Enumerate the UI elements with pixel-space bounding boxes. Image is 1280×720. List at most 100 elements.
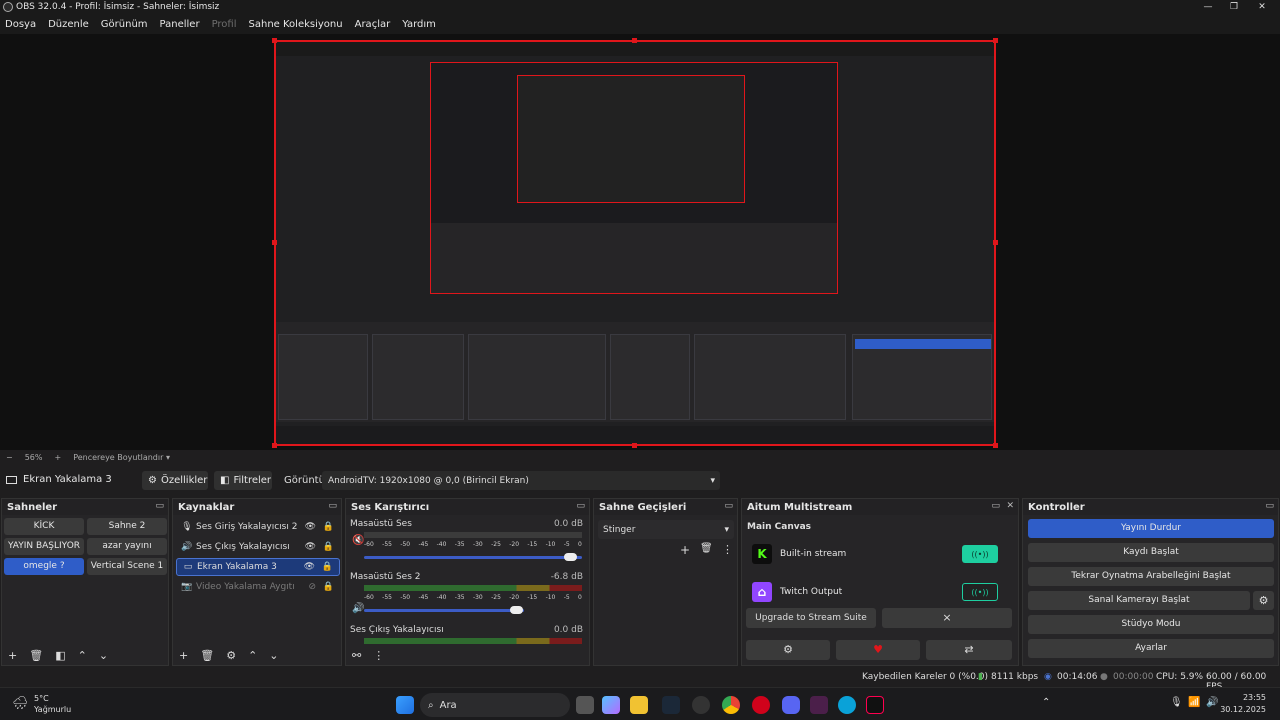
- stream-toggle[interactable]: ((•)): [962, 583, 998, 601]
- menu-tools[interactable]: Araçlar: [355, 19, 391, 30]
- link-icon[interactable]: ⚯: [352, 649, 361, 662]
- dock-undock-icon[interactable]: ▭: [155, 501, 164, 511]
- lock-icon[interactable]: 🔒: [322, 562, 333, 572]
- zoom-fit-dropdown[interactable]: Pencereye Boyutlandır ▾: [73, 453, 170, 462]
- settings-button[interactable]: Ayarlar: [1028, 639, 1274, 658]
- menu-dots-icon[interactable]: ⋮: [722, 543, 733, 556]
- taskbar-search[interactable]: ⌕ Ara: [420, 693, 570, 717]
- mute-icon[interactable]: 🔇: [352, 535, 364, 546]
- gear-icon[interactable]: ⚙: [746, 640, 830, 660]
- start-replay-buffer-button[interactable]: Tekrar Oynatma Arabelleğini Başlat: [1028, 567, 1274, 586]
- source-screen-capture[interactable]: ▭ Ekran Yakalama 3 👁 🔒: [176, 558, 340, 576]
- studio-mode-button[interactable]: Stüdyo Modu: [1028, 615, 1274, 634]
- scene-kick[interactable]: KİCK: [4, 518, 84, 535]
- transform-handle-r[interactable]: [993, 240, 998, 245]
- arrow-up-icon[interactable]: ⌃: [248, 649, 257, 662]
- obs-icon[interactable]: [692, 696, 710, 714]
- zoom-out-button[interactable]: −: [6, 453, 13, 462]
- transform-handle-tr[interactable]: [993, 38, 998, 43]
- stream-active-toggle[interactable]: ((•)): [962, 545, 998, 563]
- transform-handle-br[interactable]: [993, 443, 998, 448]
- add-icon[interactable]: +: [8, 649, 17, 662]
- source-audio-output[interactable]: 🔊 Ses Çıkış Yakalayıcısı 👁 🔒: [176, 538, 340, 556]
- filter-icon[interactable]: ◧: [55, 649, 65, 662]
- volume-slider[interactable]: [364, 556, 582, 559]
- menu-dots-icon[interactable]: ⋮: [373, 649, 384, 662]
- properties-button[interactable]: ⚙ Özellikler: [142, 471, 208, 490]
- menu-edit[interactable]: Düzenle: [48, 19, 89, 30]
- volume-knob[interactable]: [564, 553, 577, 561]
- dock-undock-icon[interactable]: ▭: [991, 501, 1000, 511]
- scene-vertical-1[interactable]: Vertical Scene 1: [87, 558, 167, 575]
- arrow-up-icon[interactable]: ⌃: [78, 649, 87, 662]
- lock-icon[interactable]: 🔒: [323, 522, 334, 532]
- windows-start-icon[interactable]: [396, 696, 414, 714]
- dock-close-icon[interactable]: ✕: [1006, 501, 1014, 511]
- arrow-down-icon[interactable]: ⌄: [269, 649, 278, 662]
- chrome-icon[interactable]: [722, 696, 740, 714]
- preview-canvas[interactable]: [274, 40, 996, 446]
- start-recording-button[interactable]: Kaydı Başlat: [1028, 543, 1274, 562]
- gear-icon[interactable]: ⚙: [1253, 591, 1274, 610]
- eye-icon[interactable]: 👁: [305, 542, 316, 552]
- wifi-icon[interactable]: 📶: [1188, 697, 1200, 708]
- sync-icon[interactable]: ⇄: [926, 640, 1012, 660]
- upgrade-button[interactable]: Upgrade to Stream Suite: [746, 608, 876, 628]
- gear-icon[interactable]: ⚙: [226, 649, 236, 662]
- speaker-icon[interactable]: 🔊: [352, 603, 364, 614]
- add-icon[interactable]: +: [179, 649, 188, 662]
- trash-icon[interactable]: 🗑: [200, 649, 214, 662]
- copilot-icon[interactable]: [602, 696, 620, 714]
- menu-view[interactable]: Görünüm: [101, 19, 148, 30]
- start-virtual-camera-button[interactable]: Sanal Kamerayı Başlat: [1028, 591, 1250, 610]
- dock-undock-icon[interactable]: ▭: [724, 501, 733, 511]
- close-button[interactable]: ✕: [1248, 0, 1276, 14]
- eye-icon[interactable]: 👁: [305, 522, 316, 532]
- task-view-icon[interactable]: [576, 696, 594, 714]
- trash-icon[interactable]: 🗑: [29, 649, 43, 662]
- source-audio-input[interactable]: 🎙 Ses Giriş Yakalayıcısı 2 👁 🔒: [176, 518, 340, 536]
- edge-icon[interactable]: [838, 696, 856, 714]
- menu-docks[interactable]: Paneller: [160, 19, 200, 30]
- eye-icon[interactable]: 👁: [304, 562, 315, 572]
- arrow-down-icon[interactable]: ⌄: [99, 649, 108, 662]
- dock-undock-icon[interactable]: ▭: [1265, 501, 1274, 511]
- trash-icon[interactable]: 🗑: [700, 543, 713, 554]
- steam-icon[interactable]: [662, 696, 680, 714]
- maximize-button[interactable]: ❐: [1220, 0, 1248, 14]
- scene-azar-yayini[interactable]: azar yayını: [87, 538, 167, 555]
- visual-studio-icon[interactable]: [810, 696, 828, 714]
- source-video-capture[interactable]: 📷 Video Yakalama Aygıtı ⊘ 🔒: [176, 578, 340, 596]
- stop-stream-button[interactable]: Yayını Durdur: [1028, 519, 1274, 538]
- scene-yayin-basliyor[interactable]: YAYIN BAŞLIYOR: [4, 538, 84, 555]
- lock-icon[interactable]: 🔒: [323, 582, 334, 592]
- eye-hidden-icon[interactable]: ⊘: [308, 582, 316, 592]
- dock-undock-icon[interactable]: ▭: [576, 501, 585, 511]
- tray-chevron-up-icon[interactable]: ⌃: [1042, 697, 1050, 708]
- file-explorer-icon[interactable]: [630, 696, 648, 714]
- volume-slider[interactable]: [364, 609, 524, 612]
- transform-handle-tl[interactable]: [272, 38, 277, 43]
- menu-profile[interactable]: Profil: [212, 19, 237, 30]
- transition-select[interactable]: Stinger ▾: [598, 520, 734, 539]
- microphone-icon[interactable]: 🎙: [1170, 697, 1183, 708]
- scene-omegle[interactable]: omegle ?: [4, 558, 84, 575]
- filters-button[interactable]: ◧ Filtreler: [214, 471, 272, 490]
- lock-icon[interactable]: 🔒: [323, 542, 334, 552]
- weather-icon[interactable]: 🌧: [12, 696, 29, 711]
- scene-sahne-2[interactable]: Sahne 2: [87, 518, 167, 535]
- opera-icon[interactable]: [752, 696, 770, 714]
- dock-undock-icon[interactable]: ▭: [328, 501, 337, 511]
- add-icon[interactable]: +: [680, 543, 690, 557]
- tiktok-icon[interactable]: [866, 696, 884, 714]
- transform-handle-bl[interactable]: [272, 443, 277, 448]
- menu-file[interactable]: Dosya: [5, 19, 36, 30]
- transform-handle-b[interactable]: [632, 443, 637, 448]
- zoom-in-button[interactable]: +: [54, 453, 61, 462]
- transform-handle-t[interactable]: [632, 38, 637, 43]
- menu-help[interactable]: Yardım: [402, 19, 436, 30]
- dismiss-button[interactable]: ×: [882, 608, 1012, 628]
- minimize-button[interactable]: —: [1194, 0, 1222, 14]
- heart-icon[interactable]: ♥: [836, 640, 920, 660]
- display-select[interactable]: AndroidTV: 1920x1080 @ 0,0 (Birincil Ekr…: [322, 471, 720, 490]
